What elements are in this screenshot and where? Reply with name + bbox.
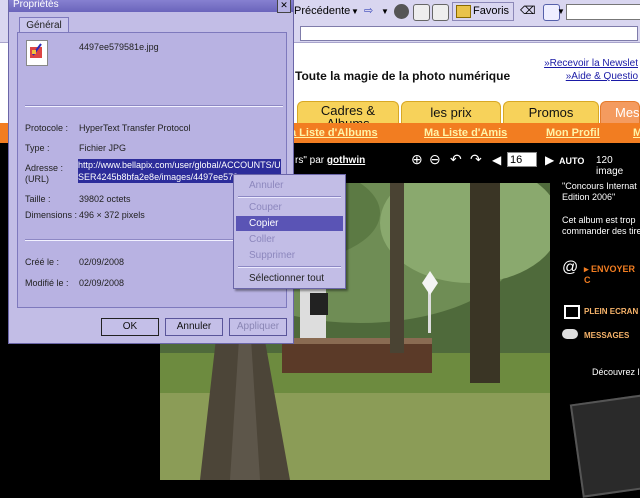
fullscreen-link[interactable]: PLEIN ECRAN [584,307,638,316]
tab-promos[interactable]: Promos [503,101,599,124]
right-sidebar: "Concours Internat Edition 2006" Cet alb… [558,177,640,498]
type-value: Fichier JPG [79,143,127,153]
search-field[interactable] [566,4,640,20]
dialog-title: Propriétés [9,0,293,12]
forward-icon[interactable]: ⇨ [364,3,373,20]
file-name: 4497ee579581e.jpg [79,42,159,52]
history-icon[interactable]: ⌫ [520,3,536,20]
tab-prix[interactable]: les prix [401,101,501,124]
profile-link[interactable]: Mon Profil [546,127,600,139]
image-count: 120 image [596,155,624,177]
page-number-input[interactable]: 16 [507,152,537,167]
close-icon[interactable]: ✕ [277,0,291,13]
album-byline: rs" par gothwin [295,155,365,166]
tab-mes[interactable]: Mes [600,101,640,123]
dimensions-label: Dimensions : [25,210,78,220]
mail-dropdown-icon[interactable]: ▼ [557,3,565,20]
back-dropdown-icon[interactable]: ▼ [351,3,359,20]
contest-title: "Concours Internat Edition 2006" [562,181,637,202]
size-label: Taille : [25,194,51,204]
modified-value: 02/09/2008 [79,278,125,288]
menu-item-paste[interactable]: Coller [236,232,343,247]
refresh-icon[interactable] [413,4,430,21]
modified-label: Modifié le : [25,278,69,288]
menu-item-cut[interactable]: Couper [236,200,343,215]
address-label: Adresse : [25,163,64,173]
messages-link[interactable]: MESSAGES [584,331,629,340]
address-input[interactable] [300,26,638,41]
file-icon-graphic [30,43,42,58]
send-label: ENVOYER C [584,264,636,285]
next-icon[interactable]: ▶ [545,153,554,167]
properties-dialog: Propriétés ✕ Général 4497ee579581e.jpg P… [8,0,294,344]
album-list-link[interactable]: a Liste d'Albums [290,127,378,139]
ok-button[interactable]: OK [101,318,159,336]
site-tagline: Toute la magie de la photo numérique [295,69,511,83]
zoom-in-icon[interactable]: ⊕ [411,151,423,168]
protocol-value: HyperText Transfer Protocol [79,123,191,133]
friends-list-link[interactable]: Ma Liste d'Amis [424,127,507,139]
menu-item-select-all[interactable]: Sélectionner tout [236,271,343,286]
protocol-label: Protocole : [25,123,69,133]
help-link[interactable]: »Aide & Questio [544,70,638,83]
rotate-right-icon[interactable]: ↷ [470,151,482,168]
stop-icon[interactable] [394,4,409,19]
messages-icon [562,329,578,339]
author-link[interactable]: gothwin [327,155,365,166]
header-links: »Recevoir la Newslet »Aide & Questio [544,57,638,83]
discover-text: Découvrez l [592,367,640,377]
dimensions-value: 496 × 372 pixels [79,210,145,220]
zoom-out-icon[interactable]: ⊖ [429,151,441,168]
jpg-file-icon [26,40,48,66]
tab-cadres-albums[interactable]: Cadres & Albums [297,101,399,130]
back-button[interactable]: Précédente [294,3,350,20]
divider [25,105,283,107]
book-image [569,394,640,498]
apply-button[interactable]: Appliquer [229,318,287,336]
byline-prefix: rs" par [295,155,325,166]
menu-separator [238,196,341,198]
album-info-text: Cet album est trop commander des tire [562,215,640,236]
favorites-button[interactable]: Favoris [452,2,515,21]
address-label-url: (URL) [25,174,49,184]
created-label: Créé le : [25,257,60,267]
type-label: Type : [25,143,50,153]
menu-item-undo[interactable]: Annuler [236,178,343,193]
email-at-icon: @ [562,259,579,276]
tab-general[interactable]: Général [19,17,69,33]
forward-dropdown-icon[interactable]: ▼ [381,3,389,20]
newsletter-link[interactable]: »Recevoir la Newslet [544,57,638,70]
context-menu: Annuler Couper Copier Coller Supprimer S… [233,174,346,289]
rotate-left-icon[interactable]: ↶ [450,151,462,168]
home-icon[interactable] [432,4,449,21]
created-value: 02/09/2008 [79,257,125,267]
previous-icon[interactable]: ◀ [492,153,501,167]
cancel-button[interactable]: Annuler [165,318,223,336]
auto-slideshow-button[interactable]: AUTO [559,156,584,166]
size-value: 39802 octets [79,194,131,204]
fullscreen-icon [564,305,580,319]
menu-item-delete[interactable]: Supprimer [236,248,343,263]
more-link[interactable]: M [633,127,640,139]
menu-item-copy[interactable]: Copier [236,216,343,231]
send-link[interactable]: ▸ ENVOYER C [584,264,640,285]
menu-separator [238,266,341,268]
favorites-label: Favoris [473,5,510,17]
folder-star-icon [456,5,471,18]
